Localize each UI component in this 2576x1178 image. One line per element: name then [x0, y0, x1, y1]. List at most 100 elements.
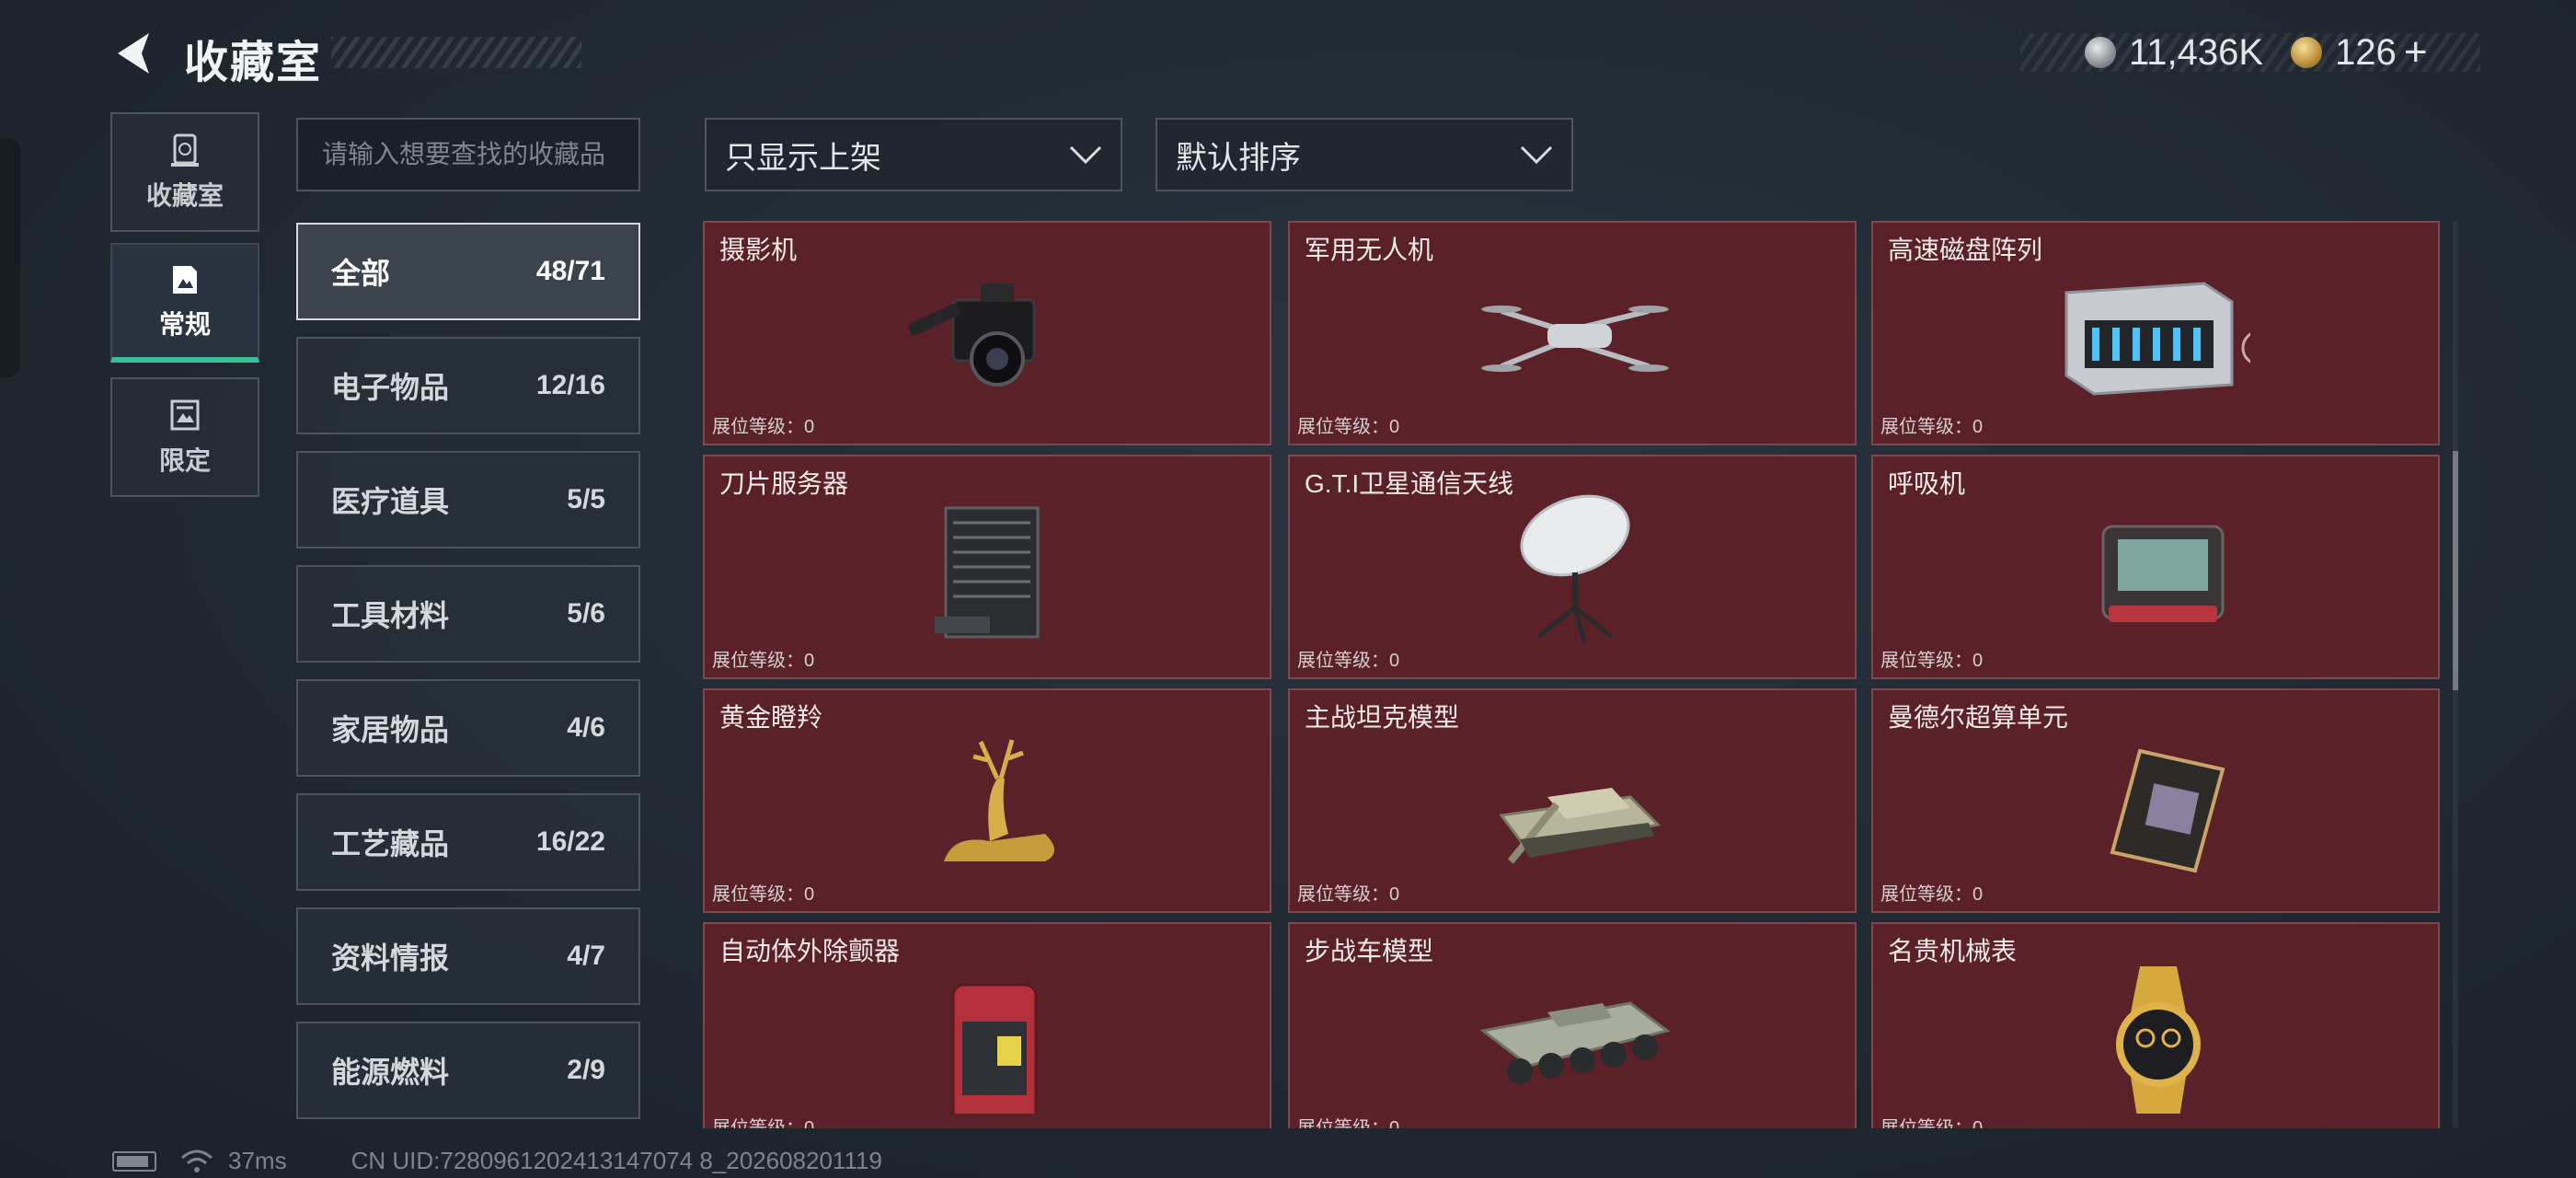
category-label: 工艺藏品 — [331, 827, 450, 860]
item-name: 黄金瞪羚 — [719, 703, 823, 732]
category-label: 工具材料 — [331, 599, 450, 632]
category-count: 12/16 — [535, 370, 605, 400]
category-count: 5/6 — [567, 598, 605, 629]
item-card[interactable]: 名贵机械表 展位等级：0 — [1871, 922, 2440, 1128]
ventilator-icon — [2101, 525, 2225, 622]
item-card[interactable]: 自动体外除颤器 展位等级：0 — [703, 922, 1271, 1128]
supercomputer-unit-icon — [2110, 748, 2225, 873]
user-uid: CN UID:7280961202413147074 8_20260820111… — [351, 1147, 882, 1174]
silver-coin-icon — [2085, 37, 2116, 68]
item-card[interactable]: 曼德尔超算单元 展位等级：0 — [1871, 688, 2440, 913]
category-energy[interactable]: 能源燃料 2/9 — [296, 1022, 640, 1119]
collection-room-icon — [171, 133, 199, 167]
disk-array-icon — [2064, 282, 2250, 396]
category-label: 电子物品 — [331, 371, 450, 404]
status-footer: 37ms CN UID:7280961202413147074 8_202608… — [112, 1147, 882, 1175]
item-card[interactable]: 高速磁盘阵列 展位等级：0 — [1871, 221, 2440, 445]
item-card[interactable]: 军用无人机 展位等级：0 — [1288, 221, 1857, 445]
category-count: 16/22 — [535, 826, 605, 857]
rail-tab-label: 限定 — [158, 446, 211, 475]
rail-tab-label: 常规 — [158, 310, 211, 339]
back-button[interactable] — [109, 28, 160, 79]
category-label: 家居物品 — [331, 713, 450, 746]
item-name: 高速磁盘阵列 — [1888, 236, 2043, 264]
item-level: 展位等级：0 — [1297, 651, 1400, 671]
item-level: 展位等级：0 — [712, 1118, 815, 1128]
sort-dropdown[interactable]: 默认排序 — [1156, 118, 1573, 191]
item-name: 摄影机 — [719, 236, 798, 264]
category-crafts[interactable]: 工艺藏品 16/22 — [296, 793, 640, 891]
ping-value: 37ms — [228, 1147, 287, 1174]
category-tools[interactable]: 工具材料 5/6 — [296, 565, 640, 663]
item-level: 展位等级：0 — [712, 417, 815, 437]
chevron-down-icon — [1520, 145, 1553, 165]
luxury-watch-icon — [2116, 966, 2201, 1114]
regular-icon — [173, 266, 197, 294]
item-card[interactable]: 黄金瞪羚 展位等级：0 — [703, 688, 1271, 913]
item-name: 军用无人机 — [1305, 236, 1434, 264]
item-level: 展位等级：0 — [1880, 1118, 1984, 1128]
category-count: 4/7 — [567, 941, 605, 971]
category-household[interactable]: 家居物品 4/6 — [296, 679, 640, 777]
item-level: 展位等级：0 — [712, 651, 815, 671]
wifi-icon — [181, 1149, 213, 1172]
item-level: 展位等级：0 — [712, 884, 815, 905]
sort-value: 默认排序 — [1176, 140, 1301, 176]
gold-coin-icon — [2291, 37, 2323, 68]
ifv-model-icon — [1479, 1001, 1671, 1084]
category-count: 4/6 — [567, 712, 605, 743]
title-decoration — [331, 37, 581, 68]
item-card[interactable]: 刀片服务器 展位等级：0 — [703, 455, 1271, 679]
currency-bar: 11,436K 126 + — [2020, 29, 2480, 75]
category-electronics[interactable]: 电子物品 12/16 — [296, 337, 640, 434]
item-card[interactable]: 步战车模型 展位等级：0 — [1288, 922, 1857, 1128]
drone-icon — [1481, 306, 1669, 372]
golden-gazelle-icon — [944, 739, 1054, 861]
category-label: 全部 — [331, 257, 391, 290]
display-filter-dropdown[interactable]: 只显示上架 — [705, 118, 1122, 191]
rail-tab-label: 收藏室 — [145, 181, 224, 210]
category-label: 能源燃料 — [331, 1056, 450, 1089]
item-level: 展位等级：0 — [1297, 884, 1400, 905]
category-count: 48/71 — [535, 256, 605, 286]
rail-tab-collection-room[interactable]: 收藏室 — [110, 112, 259, 232]
item-name: 曼德尔超算单元 — [1888, 703, 2069, 732]
item-level: 展位等级：0 — [1880, 884, 1984, 905]
item-name: 刀片服务器 — [719, 469, 849, 498]
category-count: 2/9 — [567, 1055, 605, 1085]
item-level: 展位等级：0 — [1297, 417, 1400, 437]
category-intel[interactable]: 资料情报 4/7 — [296, 907, 640, 1005]
category-medical[interactable]: 医疗道具 5/5 — [296, 451, 640, 549]
gold-balance: 126 — [2335, 31, 2397, 73]
category-all[interactable]: 全部 48/71 — [296, 223, 640, 320]
category-count: 5/5 — [567, 484, 605, 514]
rail-tab-regular[interactable]: 常规 — [110, 243, 259, 363]
collection-grid[interactable]: 摄影机 展位等级：0 军用无人机 展位等级：0 高速磁盘阵列 展位等级：0 刀片… — [703, 221, 2442, 1128]
camera-icon — [908, 283, 1036, 387]
defibrillator-icon — [951, 983, 1038, 1114]
rail-tab-limited[interactable]: 限定 — [110, 377, 259, 497]
silver-balance: 11,436K — [2129, 31, 2264, 73]
item-level: 展位等级：0 — [1880, 651, 1984, 671]
item-name: 步战车模型 — [1305, 937, 1434, 965]
item-name: 自动体外除颤器 — [719, 937, 901, 965]
grid-scrollbar-thumb[interactable] — [2453, 451, 2458, 690]
chevron-down-icon — [1069, 145, 1102, 165]
battery-icon — [112, 1150, 156, 1172]
page-title: 收藏室 — [184, 39, 323, 87]
limited-icon — [170, 399, 200, 431]
add-currency-button[interactable]: + — [2404, 29, 2428, 75]
item-name: 名贵机械表 — [1888, 937, 2018, 965]
item-card[interactable]: 呼吸机 展位等级：0 — [1871, 455, 2440, 679]
item-card[interactable]: 摄影机 展位等级：0 — [703, 221, 1271, 445]
item-name: 呼吸机 — [1888, 469, 1966, 498]
item-level: 展位等级：0 — [1297, 1118, 1400, 1128]
category-label: 医疗道具 — [331, 485, 450, 518]
tank-model-icon — [1499, 788, 1662, 864]
satellite-antenna-icon — [1520, 494, 1630, 642]
item-card[interactable]: G.T.I卫星通信天线 展位等级：0 — [1288, 455, 1857, 679]
side-drawer-handle[interactable] — [0, 138, 20, 377]
search-input[interactable] — [296, 118, 640, 191]
blade-server-icon — [935, 506, 1040, 639]
item-card[interactable]: 主战坦克模型 展位等级：0 — [1288, 688, 1857, 913]
